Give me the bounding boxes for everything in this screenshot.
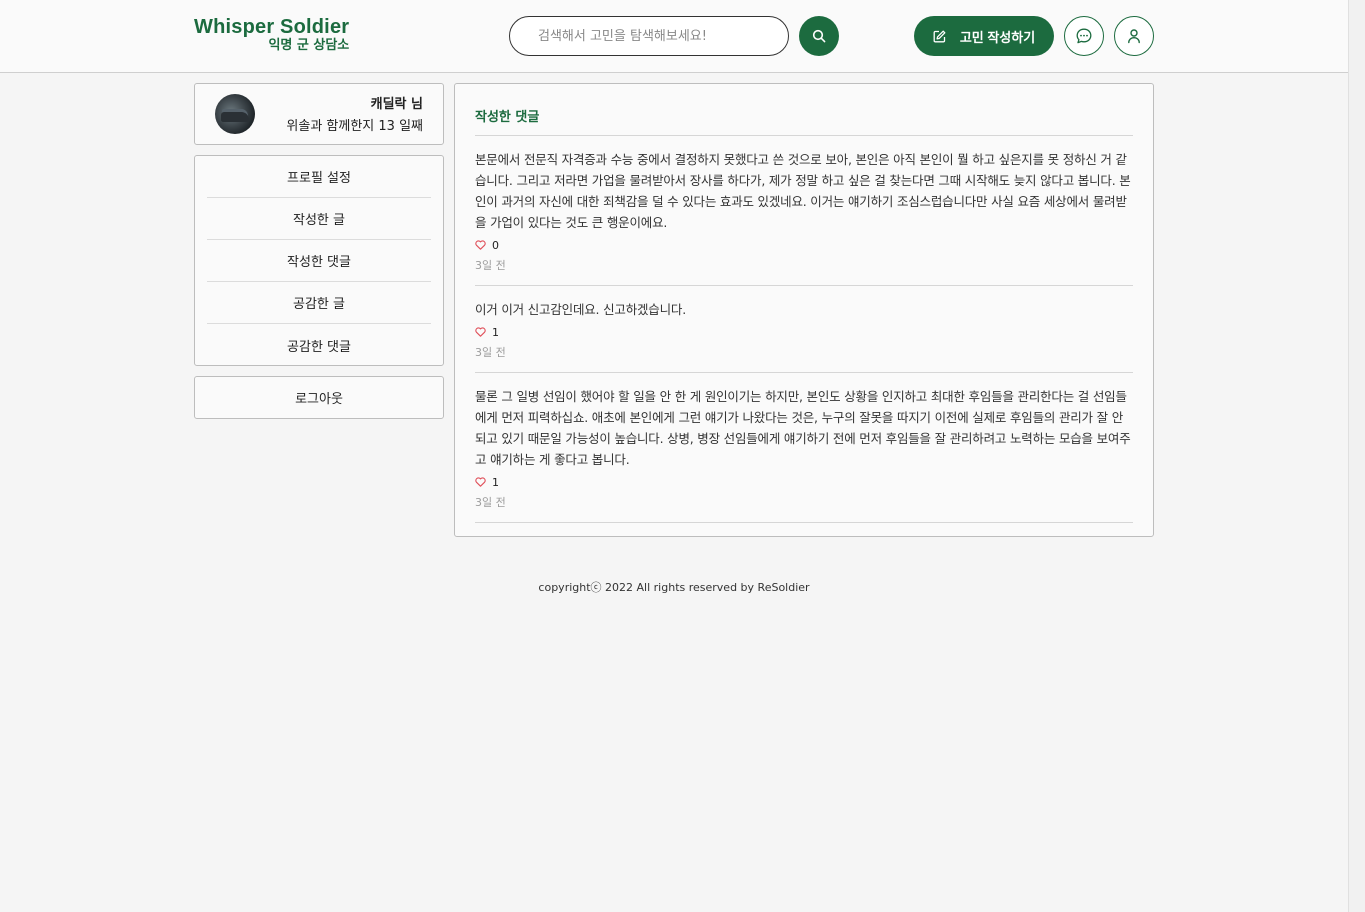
comment-time: 3일 전 <box>475 346 506 359</box>
like-row: 0 <box>475 236 1133 254</box>
vertical-scrollbar[interactable] <box>1348 0 1365 912</box>
top-header: Whisper Soldier 익명 군 상담소 고민 작성하기 <box>0 0 1348 73</box>
menu-item-liked-posts[interactable]: 공감한 글 <box>207 282 431 324</box>
comment-time: 3일 전 <box>475 259 506 272</box>
heart-icon[interactable] <box>475 240 486 250</box>
comment-text: 물론 그 일병 선임이 했어야 할 일을 안 한 게 원인이기는 하지만, 본인… <box>475 389 1131 467</box>
my-comments-panel: 작성한 댓글 본문에서 전문직 자격증과 수능 중에서 결정하지 못했다고 쓴 … <box>454 83 1154 537</box>
heart-icon[interactable] <box>475 327 486 337</box>
logo-title: Whisper Soldier <box>194 16 350 38</box>
profile-days-joined: 위솔과 함께한지 13 일째 <box>286 119 423 134</box>
like-row: 1 <box>475 473 1133 491</box>
comment-item[interactable]: 본문에서 전문직 자격증과 수능 중에서 결정하지 못했다고 쓴 것으로 보아,… <box>475 136 1133 286</box>
comment-item[interactable]: 이거 이거 신고감인데요. 신고하겠습니다. 1 3일 전 <box>475 286 1133 373</box>
menu-item-my-comments[interactable]: 작성한 댓글 <box>207 240 431 282</box>
like-count: 1 <box>492 475 499 489</box>
search-button[interactable] <box>799 16 839 56</box>
user-profile-button[interactable] <box>1114 16 1154 56</box>
like-count: 1 <box>492 325 499 339</box>
like-count: 0 <box>492 238 499 252</box>
comment-text: 이거 이거 신고감인데요. 신고하겠습니다. <box>475 302 686 317</box>
menu-item-my-posts[interactable]: 작성한 글 <box>207 198 431 240</box>
write-concern-button[interactable]: 고민 작성하기 <box>914 16 1054 56</box>
search-input[interactable] <box>509 16 789 56</box>
heart-icon[interactable] <box>475 477 486 487</box>
profile-name: 캐딜락 님 <box>370 97 423 112</box>
mypage-menu: 프로필 설정 작성한 글 작성한 댓글 공감한 글 공감한 댓글 <box>194 155 444 366</box>
chat-bubble-icon <box>1076 28 1092 44</box>
menu-item-profile-settings[interactable]: 프로필 설정 <box>207 156 431 198</box>
footer-copyright: copyrightⓒ 2022 All rights reserved by R… <box>538 581 810 594</box>
comment-time: 3일 전 <box>475 496 506 509</box>
chat-button[interactable] <box>1064 16 1104 56</box>
logo[interactable]: Whisper Soldier 익명 군 상담소 <box>194 15 349 54</box>
comment-text: 본문에서 전문직 자격증과 수능 중에서 결정하지 못했다고 쓴 것으로 보아,… <box>475 152 1131 230</box>
avatar <box>215 94 255 134</box>
logo-subtitle: 익명 군 상담소 <box>268 38 350 53</box>
comment-item[interactable]: 물론 그 일병 선임이 했어야 할 일을 안 한 게 원인이기는 하지만, 본인… <box>475 373 1133 523</box>
logout-button[interactable]: 로그아웃 <box>194 376 444 419</box>
profile-card: 캐딜락 님 위솔과 함께한지 13 일째 <box>194 83 444 145</box>
menu-item-liked-comments[interactable]: 공감한 댓글 <box>207 324 431 366</box>
write-button-label: 고민 작성하기 <box>959 29 1036 45</box>
section-title: 작성한 댓글 <box>475 84 1133 136</box>
user-icon <box>1128 29 1140 44</box>
like-row: 1 <box>475 323 1133 341</box>
edit-icon <box>933 30 946 42</box>
search-icon <box>812 29 826 43</box>
